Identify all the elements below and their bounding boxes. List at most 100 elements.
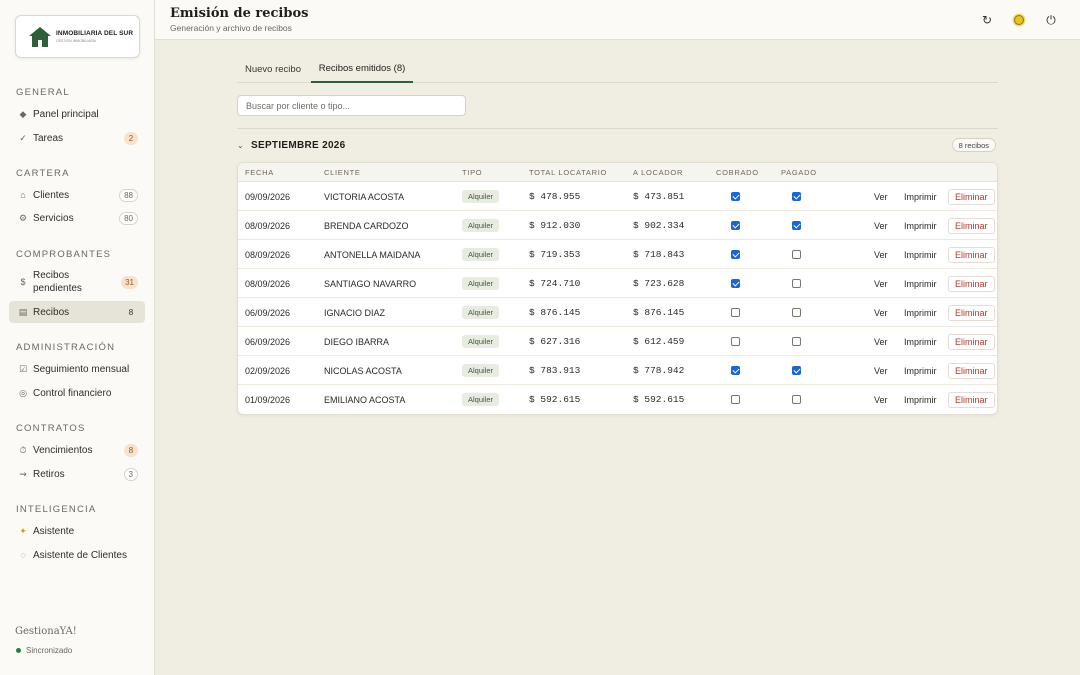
eliminar-button[interactable]: Eliminar	[948, 246, 995, 263]
sidebar-item-retiros[interactable]: ⇝ Retiros 3	[9, 463, 145, 485]
sidebar-item-label: Asistente	[33, 525, 75, 537]
total-cell: $ 478.955	[529, 191, 581, 202]
clock-icon: ⏱	[19, 444, 27, 455]
sparkle-icon: ✦	[19, 525, 27, 536]
cobrado-checkbox[interactable]	[731, 221, 740, 230]
chevron-down-icon[interactable]: ⌄	[237, 141, 251, 150]
table-row: 01/09/2026 EMILIANO ACOSTA Alquiler $ 59…	[238, 385, 997, 414]
eliminar-cell: Eliminar	[948, 182, 995, 211]
pagado-checkbox[interactable]	[792, 221, 801, 230]
imprimir-button[interactable]: Imprimir	[904, 298, 937, 327]
eliminar-button[interactable]: Eliminar	[948, 333, 995, 350]
pagado-checkbox[interactable]	[792, 192, 801, 201]
sidebar-item-clientes[interactable]: ⌂ Clientes 88	[9, 184, 145, 206]
refresh-icon[interactable]: ↻	[979, 12, 995, 28]
ver-button[interactable]: Ver	[874, 327, 888, 356]
column-header: TIPO	[462, 168, 483, 177]
tipo-cell: Alquiler	[462, 356, 500, 385]
sidebar-item-servicios[interactable]: ⚙ Servicios 80	[9, 207, 145, 229]
sidebar-item-vencimientos[interactable]: ⏱ Vencimientos 8	[9, 439, 145, 461]
pagado-checkbox[interactable]	[792, 337, 801, 346]
tipo-badge: Alquiler	[462, 219, 500, 232]
pagado-checkbox[interactable]	[792, 279, 801, 288]
sidebar-item-panel-principal[interactable]: ◆ Panel principal	[9, 103, 145, 125]
ver-button[interactable]: Ver	[874, 298, 888, 327]
ver-button[interactable]: Ver	[874, 182, 888, 211]
imprimir-button[interactable]: Imprimir	[904, 240, 937, 269]
ver-button[interactable]: Ver	[874, 211, 888, 240]
sidebar-item-recibos[interactable]: ▤ Recibos 8	[9, 301, 145, 323]
cobrado-checkbox[interactable]	[731, 192, 740, 201]
company-logo[interactable]: INMOBILIARIA DEL SUR GESTION INMOBILIARI…	[15, 15, 140, 58]
power-icon[interactable]: ⏻	[1043, 12, 1059, 28]
table-body: 09/09/2026 VICTORIA ACOSTA Alquiler $ 47…	[238, 182, 997, 414]
cliente-cell: IGNACIO DIAZ	[324, 307, 386, 318]
tabs: Nuevo recibo Recibos emitidos (8)	[237, 56, 998, 83]
sidebar-item-label: Control financiero	[33, 387, 112, 399]
tab-recibos-emitidos[interactable]: Recibos emitidos (8)	[311, 56, 413, 83]
pagado-checkbox[interactable]	[792, 395, 801, 404]
cobrado-checkbox[interactable]	[731, 250, 740, 259]
sidebar-item-asistente[interactable]: ✦ Asistente	[9, 520, 145, 542]
cobrado-checkbox[interactable]	[731, 308, 740, 317]
eliminar-cell: Eliminar	[948, 356, 995, 385]
sidebar-item-label: Clientes	[33, 189, 70, 201]
cliente-cell: NICOLAS ACOSTA	[324, 365, 402, 376]
total-cell: $ 876.145	[529, 307, 581, 318]
sidebar-item-tareas[interactable]: ✓ Tareas 2	[9, 127, 145, 149]
home-icon: ⌂	[20, 190, 26, 200]
sidebar-item-label: Seguimiento mensual	[33, 363, 130, 375]
eliminar-button[interactable]: Eliminar	[948, 188, 995, 205]
cobrado-cell	[731, 356, 740, 385]
search-input[interactable]	[237, 95, 466, 116]
cobrado-cell	[731, 327, 740, 356]
eliminar-button[interactable]: Eliminar	[948, 217, 995, 234]
check-icon: ✓	[19, 132, 27, 143]
sidebar-item-recibos-pendientes[interactable]: $ Recibos pendientes 31	[9, 268, 145, 296]
pagado-cell	[792, 298, 801, 327]
ver-button[interactable]: Ver	[874, 240, 888, 269]
logo-name: INMOBILIARIA DEL SUR	[56, 30, 134, 37]
sidebar-item-asistente-clientes[interactable]: ◌ Asistente de Clientes	[9, 544, 145, 566]
sun-icon[interactable]	[1011, 12, 1027, 28]
locador-cell: $ 723.628	[633, 278, 685, 289]
eliminar-button[interactable]: Eliminar	[948, 391, 995, 408]
table-row: 06/09/2026 IGNACIO DIAZ Alquiler $ 876.1…	[238, 298, 997, 327]
cobrado-checkbox[interactable]	[731, 395, 740, 404]
sidebar-item-label: Servicios	[33, 212, 74, 224]
imprimir-button[interactable]: Imprimir	[904, 182, 937, 211]
pagado-checkbox[interactable]	[792, 366, 801, 375]
table-row: 08/09/2026 SANTIAGO NAVARRO Alquiler $ 7…	[238, 269, 997, 298]
table-row: 08/09/2026 ANTONELLA MAIDANA Alquiler $ …	[238, 240, 997, 269]
cobrado-checkbox[interactable]	[731, 337, 740, 346]
eliminar-cell: Eliminar	[948, 269, 995, 298]
eliminar-button[interactable]: Eliminar	[948, 304, 995, 321]
tipo-badge: Alquiler	[462, 335, 500, 348]
sidebar-item-seguimiento-mensual[interactable]: ☑ Seguimiento mensual	[9, 358, 145, 380]
ver-button[interactable]: Ver	[874, 269, 888, 298]
pagado-cell	[792, 211, 801, 240]
pagado-checkbox[interactable]	[792, 250, 801, 259]
ver-button[interactable]: Ver	[874, 385, 888, 414]
imprimir-button[interactable]: Imprimir	[904, 269, 937, 298]
sidebar-item-label: Panel principal	[33, 108, 99, 120]
month-group-header[interactable]: ⌄ SEPTIEMBRE 2026 8 recibos	[237, 137, 998, 153]
pagado-checkbox[interactable]	[792, 308, 801, 317]
imprimir-button[interactable]: Imprimir	[904, 327, 937, 356]
cobrado-checkbox[interactable]	[731, 366, 740, 375]
table-header: FECHA CLIENTE TIPO TOTAL LOCATARIO A LOC…	[238, 163, 997, 182]
eliminar-button[interactable]: Eliminar	[948, 362, 995, 379]
locador-cell: $ 612.459	[633, 336, 685, 347]
eliminar-button[interactable]: Eliminar	[948, 275, 995, 292]
tab-nuevo-recibo[interactable]: Nuevo recibo	[237, 56, 309, 83]
imprimir-button[interactable]: Imprimir	[904, 385, 937, 414]
tipo-badge: Alquiler	[462, 364, 500, 377]
page-title: Emisión de recibos	[170, 6, 309, 21]
ver-button[interactable]: Ver	[874, 356, 888, 385]
imprimir-button[interactable]: Imprimir	[904, 211, 937, 240]
sidebar-item-control-financiero[interactable]: ◎ Control financiero	[9, 382, 145, 404]
cobrado-checkbox[interactable]	[731, 279, 740, 288]
imprimir-button[interactable]: Imprimir	[904, 356, 937, 385]
cobrado-cell	[731, 182, 740, 211]
fecha-cell: 06/09/2026	[245, 307, 291, 318]
